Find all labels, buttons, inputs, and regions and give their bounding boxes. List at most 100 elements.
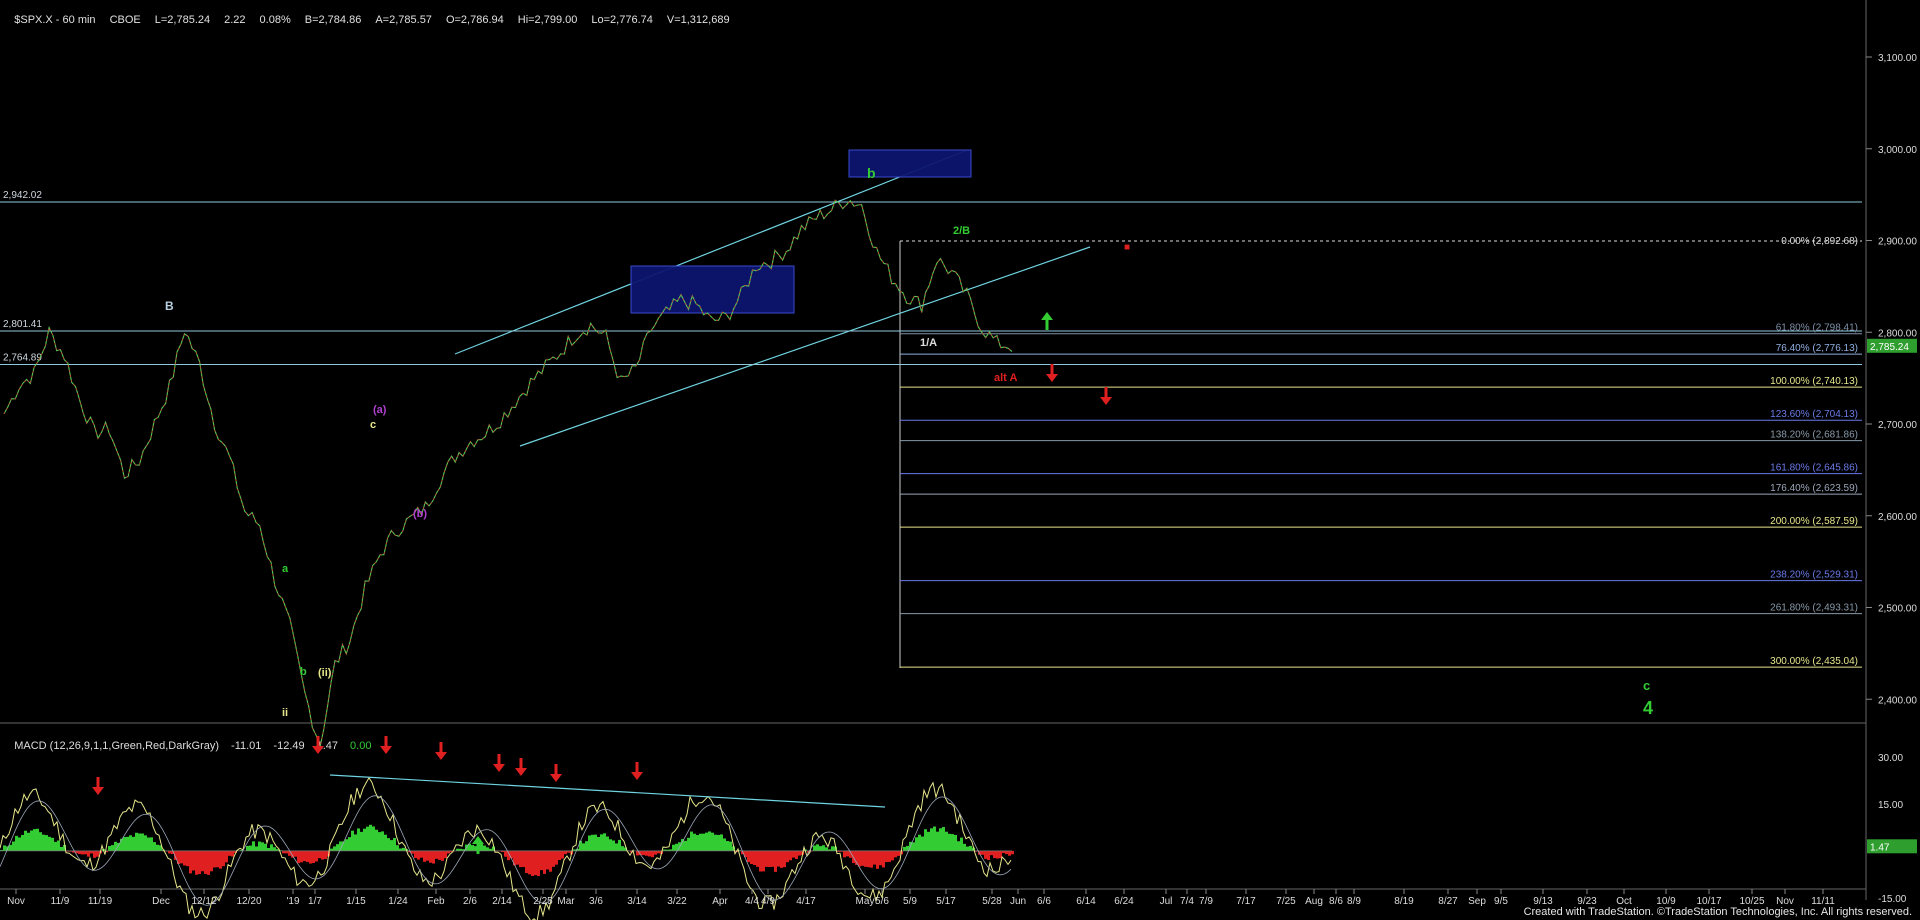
macd-histogram-bar	[111, 845, 114, 851]
macd-histogram-bar	[432, 850, 435, 864]
date-tick-label: 8/9	[1347, 896, 1361, 907]
macd-histogram-bar	[969, 845, 972, 851]
date-tick-label: 4/17	[796, 896, 816, 907]
macd-histogram-bar	[45, 835, 48, 851]
footer-credit: Created with TradeStation. ©TradeStation…	[1523, 906, 1912, 918]
macd-histogram-bar	[618, 839, 621, 851]
macd-histogram-bar	[858, 850, 861, 867]
up-arrow	[1041, 312, 1053, 330]
macd-histogram-bar	[429, 850, 432, 863]
current-price-label: 2,785.24	[1870, 342, 1909, 353]
wave-label: alt A	[994, 372, 1017, 384]
macd-histogram-bar	[867, 850, 870, 868]
macd-histogram-bar	[588, 835, 591, 851]
macd-histogram-bar	[381, 831, 384, 851]
macd-histogram-bar	[960, 837, 963, 851]
macd-histogram-bar	[681, 839, 684, 851]
macd-histogram-bar	[933, 826, 936, 851]
date-tick-label: 8/19	[1394, 896, 1414, 907]
macd-histogram-bar	[168, 850, 171, 854]
date-tick-label: 1/15	[346, 896, 366, 907]
price-tick-label: 2,600.00	[1878, 512, 1917, 523]
date-tick-label: 8/27	[1438, 896, 1458, 907]
macd-histogram-bar	[261, 842, 264, 851]
macd-histogram-bar	[1011, 850, 1014, 855]
macd-histogram-bar	[726, 840, 729, 851]
price-line-up	[3, 199, 1013, 750]
macd-histogram-bar	[354, 834, 357, 851]
macd-histogram-bar	[144, 835, 147, 851]
date-tick-label: 1/7	[308, 896, 322, 907]
macd-histogram-bar	[690, 831, 693, 851]
date-axis: Nov 11/9 11/19 Dec 12/12 12/20 '19 1/7 1/15 1/24 F…	[7, 889, 1835, 907]
macd-histogram-bar	[198, 850, 201, 875]
macd-histogram-bar	[903, 846, 906, 851]
macd-histogram-bar	[9, 844, 12, 851]
fib-label: 76.40% (2,776.13)	[1776, 343, 1858, 354]
down-arrow	[435, 742, 447, 760]
fib-label: 200.00% (2,587.59)	[1770, 516, 1858, 527]
price-axis: 3,100.00 3,000.00 2,900.00 2,800.00 2,700.00…	[1866, 53, 1917, 706]
macd-histogram-bar	[720, 834, 723, 851]
fib-label: 261.80% (2,493.31)	[1770, 603, 1858, 614]
price-tick-label: 2,900.00	[1878, 237, 1917, 248]
macd-histogram-bar	[564, 850, 567, 855]
price-tick-label: 3,100.00	[1878, 53, 1917, 64]
macd-histogram-bar	[780, 850, 783, 868]
macd-histogram-bar	[246, 845, 249, 851]
macd-current-label: 1.47	[1870, 842, 1890, 853]
macd-histogram-bar	[270, 844, 273, 851]
date-tick-label: 7/4	[1180, 896, 1194, 907]
macd-histogram-bar	[447, 850, 450, 854]
macd-histogram-bar	[930, 828, 933, 851]
macd-histogram-bar	[894, 850, 897, 858]
wave-label: 2/B	[953, 225, 970, 237]
price-tick-label: 2,700.00	[1878, 420, 1917, 431]
macd-histogram-bar	[384, 834, 387, 851]
macd-histogram-bar	[372, 826, 375, 851]
date-tick-label: 9/5	[1494, 896, 1508, 907]
macd-histogram-bar	[771, 850, 774, 867]
price-chart-svg[interactable]: 2,942.02 2,801.41 2,764.89 0.00% (2,892.68…	[0, 0, 1920, 920]
down-arrow	[380, 736, 392, 754]
macd-histogram-bar	[774, 850, 777, 872]
macd-histogram-bar	[396, 845, 399, 851]
macd-histogram-bar	[300, 850, 303, 863]
price-tick-label: 3,000.00	[1878, 145, 1917, 156]
macd-histogram-bar	[798, 850, 801, 856]
macd-histogram-bar	[51, 837, 54, 851]
macd-histogram-bar	[42, 834, 45, 851]
macd-histogram-bar	[888, 850, 891, 862]
date-tick-label: Sep	[1468, 896, 1486, 907]
date-tick-label: 11/19	[88, 896, 113, 907]
macd-histogram-bar	[204, 850, 207, 874]
macd-histogram-bar	[231, 850, 234, 857]
macd-histogram-bar	[531, 850, 534, 876]
macd-histogram-bar	[648, 850, 651, 857]
macd-histogram-bar	[939, 828, 942, 851]
macd-histogram-bar	[606, 836, 609, 851]
wave-label: B	[165, 299, 174, 313]
price-tick-label: 2,500.00	[1878, 604, 1917, 615]
date-tick-label: 7/17	[1236, 896, 1256, 907]
date-tick-label: 5/17	[936, 896, 956, 907]
macd-histogram-bar	[522, 850, 525, 867]
macd-histogram-bar	[879, 850, 882, 866]
macd-histogram-bar	[585, 841, 588, 851]
macd-histogram-bar	[873, 850, 876, 865]
fib-label: 176.40% (2,623.59)	[1770, 483, 1858, 494]
macd-histogram-bar	[984, 850, 987, 859]
fib-label: 300.00% (2,435.04)	[1770, 656, 1858, 667]
macd-histogram-bar	[795, 850, 798, 859]
macd-histogram-bar	[153, 842, 156, 851]
date-tick-label: 3/6	[589, 896, 603, 907]
wave-label: 1/A	[920, 337, 937, 349]
macd-histogram-bar	[156, 844, 159, 851]
macd-histogram-bar	[687, 837, 690, 851]
fib-levels: 0.00% (2,892.68) 61.80% (2,798.41) 76.40% …	[900, 236, 1862, 668]
macd-histogram-bar	[141, 833, 144, 851]
macd-histogram-bar	[582, 843, 585, 851]
macd-histogram-bar	[861, 850, 864, 866]
macd-histogram-bar	[228, 850, 231, 856]
macd-histogram-bar	[480, 843, 483, 851]
